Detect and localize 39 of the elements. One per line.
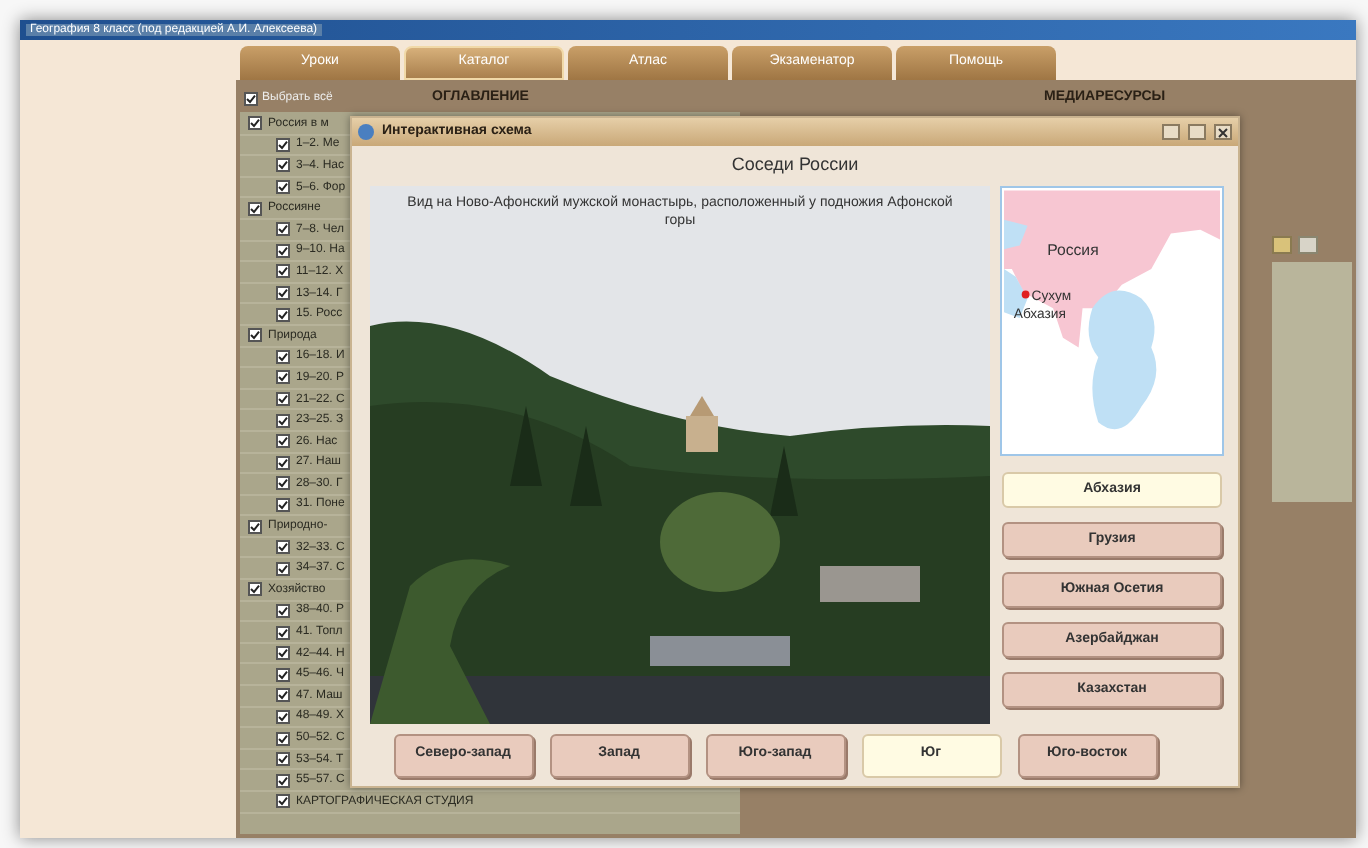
checkbox[interactable] — [276, 497, 290, 512]
checkbox[interactable] — [276, 455, 290, 470]
checkbox[interactable] — [248, 328, 262, 343]
checkbox[interactable] — [276, 180, 290, 195]
checkbox[interactable] — [276, 603, 290, 618]
checkbox[interactable] — [276, 476, 290, 491]
checkbox[interactable] — [276, 137, 290, 152]
checkbox[interactable] — [276, 392, 290, 407]
checkbox[interactable] — [276, 540, 290, 555]
checkbox[interactable] — [248, 519, 262, 534]
city-marker — [1021, 290, 1030, 299]
checkbox[interactable] — [276, 625, 290, 640]
checkbox[interactable] — [276, 413, 290, 428]
checkbox[interactable] — [276, 370, 290, 385]
checkbox[interactable] — [276, 222, 290, 237]
checkbox[interactable] — [276, 158, 290, 173]
map-label: Россия — [1047, 241, 1099, 260]
dialog-heading: Соседи России — [731, 152, 859, 179]
checkbox[interactable] — [248, 201, 262, 216]
checkbox[interactable] — [248, 116, 262, 131]
checkbox[interactable] — [276, 688, 290, 703]
checkbox[interactable] — [276, 709, 290, 724]
checkbox[interactable] — [244, 91, 258, 105]
checkbox[interactable] — [276, 667, 290, 682]
checkbox[interactable] — [276, 434, 290, 449]
checkbox[interactable] — [276, 307, 290, 322]
checkbox[interactable] — [276, 752, 290, 767]
checkbox[interactable] — [276, 646, 290, 661]
checkbox[interactable] — [276, 243, 290, 258]
checkbox[interactable] — [248, 582, 262, 597]
app-icon — [358, 124, 374, 140]
checkbox[interactable] — [276, 264, 290, 279]
checkbox[interactable] — [276, 561, 290, 576]
checkbox[interactable] — [276, 349, 290, 364]
close-icon[interactable] — [1214, 124, 1232, 140]
checkbox[interactable] — [276, 794, 290, 809]
checkbox[interactable] — [276, 731, 290, 746]
checkbox[interactable] — [276, 773, 290, 788]
checkbox[interactable] — [276, 286, 290, 301]
